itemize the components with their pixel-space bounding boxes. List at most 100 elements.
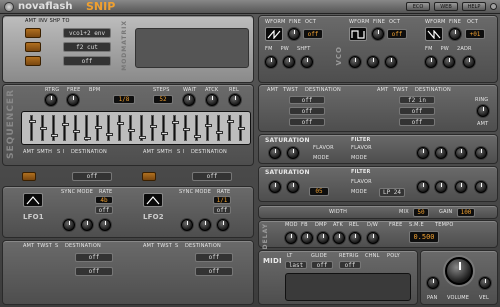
lfo2-waveform[interactable] [143, 193, 163, 207]
vco3-waveform[interactable] [425, 27, 443, 41]
seq-step-fader[interactable] [205, 115, 212, 141]
vco3-2adr-knob[interactable] [463, 56, 475, 68]
mod-amt-1[interactable] [25, 28, 41, 38]
delay-time-value[interactable]: 0.500 [409, 231, 439, 243]
mod-dest-1[interactable]: vco1+2 env [63, 28, 111, 38]
seq-step-fader[interactable] [194, 115, 201, 141]
vco2-shft-knob[interactable] [385, 56, 397, 68]
delay-fb-knob[interactable] [301, 232, 313, 244]
lfo2-wait-knob[interactable] [181, 219, 193, 231]
mix-value[interactable]: 50 [413, 208, 429, 217]
delay-mod-knob[interactable] [285, 232, 297, 244]
ring-knob[interactable] [477, 105, 489, 117]
lfo1-rel-knob[interactable] [99, 219, 111, 231]
lfo1-waveform[interactable] [23, 193, 43, 207]
sat2-mode-value[interactable]: 05 [309, 187, 329, 196]
lfo2-dest-2[interactable]: off [195, 267, 233, 276]
seq-mod-amt-slot-2[interactable] [142, 172, 156, 181]
vco3-pw-knob[interactable] [443, 56, 455, 68]
delay-dmp-knob[interactable] [317, 232, 329, 244]
seq-step-fader[interactable] [150, 115, 157, 141]
seq-free-knob[interactable] [67, 94, 79, 106]
vco1-oct[interactable]: off [303, 29, 323, 39]
seq-steps-value[interactable]: 52 [153, 95, 173, 104]
env2-dest-2[interactable]: off [399, 107, 435, 115]
filter1-res-knob[interactable] [435, 147, 447, 159]
seq-step-fader[interactable] [29, 115, 36, 141]
midi-retrig-value[interactable]: off [339, 261, 361, 269]
sat2-knob-a[interactable] [269, 181, 281, 193]
filter2-kt-knob[interactable] [455, 181, 467, 193]
power-icon[interactable] [490, 3, 497, 10]
lfo2-rate-value[interactable]: 1/1 [213, 196, 231, 204]
env2-dest-3[interactable]: off [399, 118, 435, 126]
mod-dest-2[interactable]: f2 cut [63, 42, 111, 52]
sat1-knob-b[interactable] [287, 147, 299, 159]
lfo1-atck-knob[interactable] [81, 219, 93, 231]
vco1-pw-knob[interactable] [283, 56, 295, 68]
lfo1-mode-value[interactable]: off [95, 206, 113, 214]
gain-value[interactable]: 100 [457, 208, 475, 217]
filter1-vel-knob[interactable] [475, 147, 487, 159]
delay-dw-knob[interactable] [367, 232, 379, 244]
seq-step-fader[interactable] [172, 115, 179, 141]
midi-lt-value[interactable]: last [285, 261, 307, 269]
vco3-oct[interactable]: +01 [465, 29, 485, 39]
sat1-knob-a[interactable] [269, 147, 281, 159]
env2-dest-1[interactable]: f2 in [399, 96, 435, 104]
vco3-fm-knob[interactable] [425, 56, 437, 68]
mod-amt-3[interactable] [25, 56, 41, 66]
seq-mod-amt-slot[interactable] [22, 172, 36, 181]
vco2-fine-knob[interactable] [372, 28, 384, 40]
lfo2-rel-knob[interactable] [217, 219, 229, 231]
seq-step-fader[interactable] [183, 115, 190, 141]
seq-wait-knob[interactable] [183, 94, 195, 106]
seq-mod-dest-1[interactable]: off [72, 172, 112, 181]
pan-knob[interactable] [427, 277, 439, 289]
filter2-mode-value[interactable]: LP 24 [379, 188, 405, 197]
vco1-fm-knob[interactable] [265, 56, 277, 68]
filter2-res-knob[interactable] [435, 181, 447, 193]
delay-rel-knob[interactable] [349, 232, 361, 244]
delay-atk-knob[interactable] [333, 232, 345, 244]
eco-button[interactable]: ECO [406, 2, 430, 11]
help-button[interactable]: HELP [462, 2, 486, 11]
seq-step-fader[interactable] [161, 115, 168, 141]
lfo2-mode-value[interactable]: off [213, 206, 231, 214]
env-dest-1[interactable]: off [289, 96, 325, 104]
seq-step-fader[interactable] [40, 115, 47, 141]
web-button[interactable]: WEB [434, 2, 458, 11]
filter2-cut-knob[interactable] [417, 181, 429, 193]
vco2-fm-knob[interactable] [349, 56, 361, 68]
lfo2-atck-knob[interactable] [199, 219, 211, 231]
mod-amt-2[interactable] [25, 42, 41, 52]
sat2-knob-b[interactable] [287, 181, 299, 193]
lfo2-dest-1[interactable]: off [195, 253, 233, 262]
seq-step-fader[interactable] [117, 115, 124, 141]
filter1-cut-knob[interactable] [417, 147, 429, 159]
env-dest-3[interactable]: off [289, 118, 325, 126]
seq-step-fader[interactable] [238, 115, 245, 141]
seq-bpm-value[interactable]: 1/8 [113, 95, 135, 104]
lfo1-dest-2[interactable]: off [75, 267, 113, 276]
vco1-waveform[interactable] [265, 27, 283, 41]
lfo1-rate-value[interactable]: 4b [95, 196, 113, 204]
seq-step-fader[interactable] [106, 115, 113, 141]
vco3-fine-knob[interactable] [449, 28, 461, 40]
vco2-oct[interactable]: off [387, 29, 407, 39]
vco2-waveform[interactable] [349, 27, 367, 41]
mod-dest-3[interactable]: off [63, 56, 111, 66]
midi-glide-value[interactable]: off [311, 261, 333, 269]
seq-step-fader[interactable] [51, 115, 58, 141]
seq-mod-dest-2[interactable]: off [192, 172, 232, 181]
seq-step-fader[interactable] [62, 115, 69, 141]
vco1-shft-knob[interactable] [301, 56, 313, 68]
lfo1-wait-knob[interactable] [63, 219, 75, 231]
filter2-vel-knob[interactable] [475, 181, 487, 193]
filter1-kt-knob[interactable] [455, 147, 467, 159]
seq-step-fader[interactable] [139, 115, 146, 141]
vco2-pw-knob[interactable] [367, 56, 379, 68]
seq-step-fader[interactable] [95, 115, 102, 141]
seq-step-fader[interactable] [216, 115, 223, 141]
vel-knob[interactable] [479, 277, 491, 289]
